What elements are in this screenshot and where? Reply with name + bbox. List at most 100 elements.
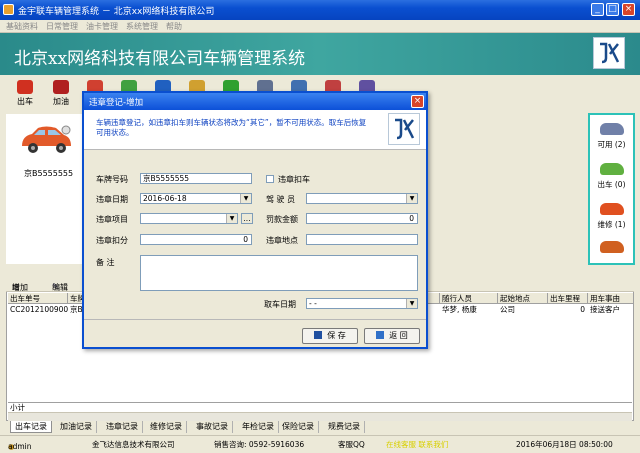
detain-label: 违章扣车 (278, 175, 310, 184)
status-label: 出车 (0) (597, 180, 626, 189)
driver-label: 驾 驶 员 (266, 195, 296, 204)
chevron-down-icon[interactable]: ▼ (240, 194, 251, 203)
tab-1[interactable]: 加油记录 (56, 421, 97, 433)
menu-help[interactable]: 帮助 (166, 20, 182, 33)
company-logo-icon (593, 37, 625, 69)
car-status-icon (599, 163, 624, 175)
maximize-button[interactable]: □ (606, 3, 619, 16)
points-input[interactable]: 0 (140, 234, 252, 245)
status-item-1[interactable]: 出车 (0) (590, 163, 633, 190)
date-picker[interactable]: 2016-06-18 ▼ (140, 193, 252, 204)
table-cell[interactable]: 华梦, 杨康 (440, 305, 498, 315)
plate-label: 车牌号码 (96, 175, 128, 184)
points-label: 违章扣分 (96, 236, 128, 245)
menu-daily[interactable]: 日常管理 (46, 20, 78, 33)
dialog-header: 车辆违章登记，如违章扣车则车辆状态将改为“其它”，暂不可用状态。取车后恢复可用状… (84, 110, 426, 150)
chevron-down-icon[interactable]: ▼ (406, 194, 417, 203)
sales-phone: 销售咨询: 0592-5916036 (214, 440, 305, 449)
save-button[interactable]: 保 存 (302, 328, 358, 344)
pickup-date-picker[interactable]: - - ▼ (306, 298, 418, 309)
tab-3[interactable]: 维修记录 (146, 421, 187, 433)
minimize-button[interactable]: _ (591, 3, 604, 16)
car-plate: 京B5555555 (24, 169, 74, 178)
banner-title: 北京xx网络科技有限公司车辆管理系统 (14, 49, 306, 69)
toolbar-label: 加油 (53, 97, 69, 106)
status-label: 可用 (2) (597, 140, 626, 149)
column-header[interactable]: 出车里程 (548, 293, 588, 304)
app-banner: 北京xx网络科技有限公司车辆管理系统 (0, 33, 640, 75)
chevron-down-icon[interactable]: ▼ (226, 214, 237, 223)
horizontal-scrollbar[interactable] (8, 412, 632, 421)
detain-checkbox[interactable] (266, 175, 274, 183)
table-cell[interactable]: CC20121009001 (8, 305, 68, 315)
window-title: 金宇联车辆管理系统 － 北京xx网络科技有限公司 (18, 7, 215, 17)
dialog-hint: 车辆违章登记，如违章扣车则车辆状态将改为“其它”，暂不可用状态。取车后恢复可用状… (96, 118, 367, 137)
column-header[interactable]: 出车单号 (8, 293, 68, 304)
item-label: 违章项目 (96, 215, 128, 224)
toolbar-label: 出车 (17, 97, 33, 106)
car-status-icon (599, 123, 624, 135)
toolbar-button-1[interactable]: 加油 (44, 77, 78, 109)
pickup-label: 取车日期 (264, 300, 296, 309)
dialog-close-button[interactable]: × (411, 95, 424, 108)
company-name: 金飞达信息技术有限公司 (92, 440, 175, 449)
car-icon[interactable] (18, 122, 74, 158)
dialog-titlebar: 违章登记-增加 × (84, 93, 426, 110)
table-cell[interactable]: 公司 (498, 305, 548, 315)
window-titlebar: 金宇联车辆管理系统 － 北京xx网络科技有限公司 _ □ × (0, 0, 640, 20)
tab-4[interactable]: 事故记录 (192, 421, 233, 433)
dialog-divider (84, 319, 426, 320)
subtotal-row: 小计 (8, 402, 632, 412)
column-header[interactable]: 随行人员 (440, 293, 498, 304)
fine-label: 罚款金额 (266, 215, 298, 224)
status-item-0[interactable]: 可用 (2) (590, 123, 633, 150)
status-item-3[interactable] (590, 241, 633, 257)
datetime: 2016年06月18日 08:50:00 (516, 440, 613, 449)
app-icon (3, 4, 14, 15)
toolbar-icon (53, 80, 69, 94)
toolbar-button-0[interactable]: 出车 (8, 77, 42, 109)
driver-select[interactable]: ▼ (306, 193, 418, 204)
back-icon (376, 331, 385, 339)
save-icon (314, 331, 323, 339)
dialog-title: 违章登记-增加 (89, 98, 144, 108)
status-label: 维修 (1) (597, 220, 626, 229)
item-select[interactable]: ▼ (140, 213, 238, 224)
dialog-logo-icon (388, 113, 420, 145)
browse-button[interactable]: ... (241, 213, 253, 224)
tab-7[interactable]: 规费记录 (324, 421, 365, 433)
date-label: 违章日期 (96, 195, 128, 204)
toolbar-icon (17, 80, 33, 94)
record-tabs: 出车记录 加油记录 违章记录 维修记录 事故记录 年检记录 保险记录 规费记录 (6, 421, 634, 433)
car-status-icon (599, 241, 624, 253)
place-label: 违章地点 (266, 236, 298, 245)
note-textarea[interactable] (140, 255, 418, 291)
status-item-2[interactable]: 维修 (1) (590, 203, 633, 230)
place-input[interactable] (306, 234, 418, 245)
tab-5[interactable]: 年检记录 (238, 421, 279, 433)
online-service-link[interactable]: 在线客服 联系我们 (386, 439, 448, 450)
status-bar: ● admin 金飞达信息技术有限公司 销售咨询: 0592-5916036 客… (0, 435, 640, 453)
close-button[interactable]: × (622, 3, 635, 16)
chevron-down-icon[interactable]: ▼ (406, 299, 417, 308)
menu-system[interactable]: 系统管理 (126, 20, 158, 33)
tab-6[interactable]: 保险记录 (278, 421, 319, 433)
column-header[interactable]: 用车事由 (588, 293, 634, 304)
vehicle-panel: 京B5555555 (6, 114, 90, 264)
fine-input[interactable]: 0 (306, 213, 418, 224)
menu-bar: 基础资料 日常管理 油卡管理 系统管理 帮助 (0, 20, 640, 33)
back-button[interactable]: 返 回 (364, 328, 420, 344)
tab-0[interactable]: 出车记录 (10, 421, 52, 433)
tab-2[interactable]: 违章记录 (102, 421, 143, 433)
table-cell[interactable]: 接送客户 (588, 305, 634, 315)
menu-fuel-card[interactable]: 油卡管理 (86, 20, 118, 33)
note-label: 备 注 (96, 258, 115, 267)
menu-basic-data[interactable]: 基础资料 (6, 20, 38, 33)
table-cell[interactable]: 0 (548, 305, 588, 315)
plate-input[interactable]: 京B5555555 (140, 173, 252, 184)
column-header[interactable]: 起始地点 (498, 293, 548, 304)
car-status-icon (599, 203, 624, 215)
qq-label: 客服QQ (338, 440, 365, 449)
status-panel: 可用 (2) 出车 (0) 维修 (1) (588, 113, 635, 265)
violation-dialog: 违章登记-增加 × 车辆违章登记，如违章扣车则车辆状态将改为“其它”，暂不可用状… (82, 91, 428, 349)
